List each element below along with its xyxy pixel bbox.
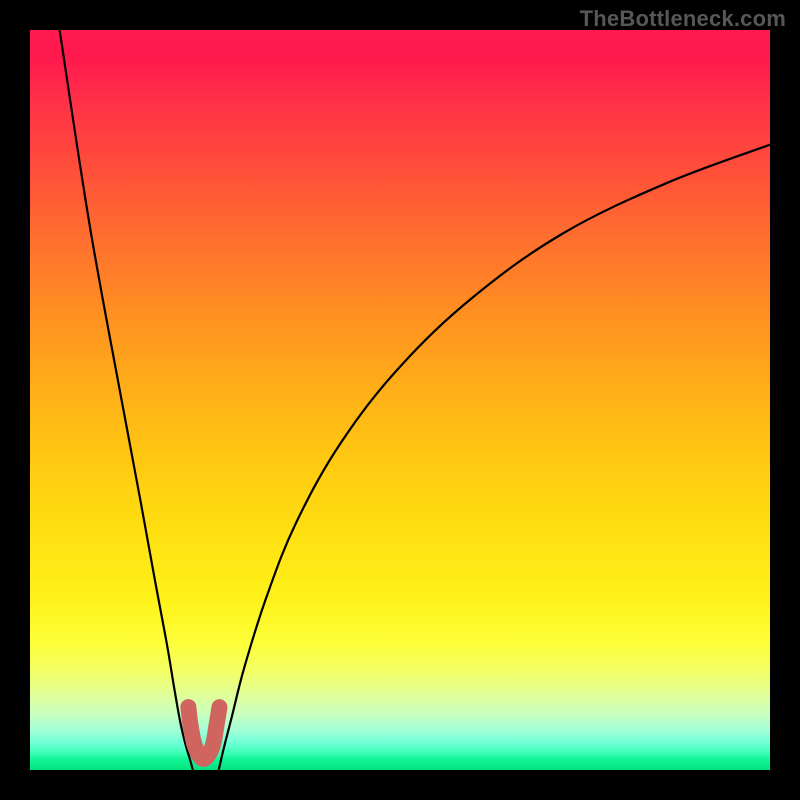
chart-frame: TheBottleneck.com — [0, 0, 800, 800]
plot-area — [30, 30, 770, 770]
left-curve — [60, 30, 193, 770]
watermark-label: TheBottleneck.com — [580, 6, 786, 32]
valley-marker — [188, 707, 219, 759]
curve-layer — [30, 30, 770, 770]
right-curve — [219, 145, 770, 770]
